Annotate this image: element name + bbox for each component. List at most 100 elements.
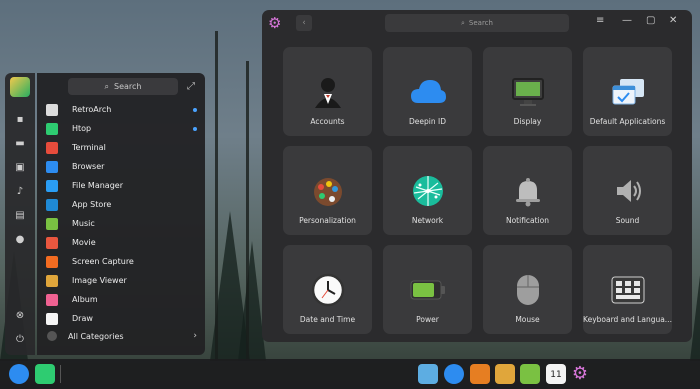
launcher-category-rail: ▪ ▬ ▣ ♪ ▤ ● ⊗ ⏻: [5, 73, 35, 355]
multitasking-icon[interactable]: [35, 364, 55, 384]
default-applications-icon: [609, 73, 647, 111]
download-icon[interactable]: ●: [12, 231, 28, 247]
app-label: Album: [72, 295, 98, 304]
clock-icon: [309, 271, 347, 309]
settings-grid: Accounts Deepin ID Display Default Applicat…: [283, 47, 672, 334]
gear-icon: ⚙: [268, 14, 282, 32]
app-list-item[interactable]: App Store: [43, 195, 199, 214]
retroarch-icon: [46, 103, 58, 116]
app-label: Screen Capture: [72, 257, 134, 266]
keyboard-icon: [609, 271, 647, 309]
settings-tile-personalization[interactable]: Personalization: [283, 146, 372, 235]
maximize-icon[interactable]: ▢: [646, 15, 655, 26]
app-list-item[interactable]: Movie: [43, 233, 199, 252]
calendar-icon[interactable]: 11: [546, 364, 566, 384]
launcher-panel: ⌕ Search ⤢ RetroArch Htop Terminal Browser F…: [37, 73, 205, 355]
app-list-item[interactable]: Image Viewer: [43, 271, 199, 290]
app-label: File Manager: [72, 181, 123, 190]
settings-tile-power[interactable]: Power: [383, 245, 472, 334]
browser-icon[interactable]: [444, 364, 464, 384]
all-apps-icon[interactable]: ▪: [12, 111, 28, 127]
network-icon: [409, 172, 447, 210]
settings-tile-mouse[interactable]: Mouse: [483, 245, 572, 334]
app-list-item[interactable]: Draw: [43, 309, 199, 328]
settings-icon[interactable]: ⊗: [12, 307, 28, 323]
launcher-search-placeholder: Search: [114, 82, 142, 91]
chat-icon[interactable]: ▬: [12, 135, 28, 151]
tile-label: Date and Time: [299, 315, 356, 324]
music-icon[interactable]: [520, 364, 540, 384]
chevron-right-icon: ›: [193, 331, 197, 341]
app-store-icon[interactable]: [470, 364, 490, 384]
fullscreen-toggle-icon[interactable]: ⤢: [187, 81, 195, 92]
image-icon[interactable]: ▣: [12, 159, 28, 175]
draw-icon: [46, 312, 58, 325]
launcher-search-input[interactable]: ⌕ Search: [68, 78, 178, 95]
browser-icon: [46, 160, 58, 173]
control-center-icon[interactable]: ⚙: [570, 364, 590, 384]
tile-label: Power: [416, 315, 439, 324]
launcher-icon[interactable]: [9, 364, 29, 384]
mouse-icon: [509, 271, 547, 309]
app-list-item[interactable]: Browser: [43, 157, 199, 176]
search-icon: ⌕: [104, 81, 109, 91]
settings-tile-notification[interactable]: Notification: [483, 146, 572, 235]
settings-tile-date-and-time[interactable]: Date and Time: [283, 245, 372, 334]
dock-separator: [60, 365, 61, 383]
settings-tile-default-applications[interactable]: Default Applications: [583, 47, 672, 136]
cloud-icon: [409, 73, 447, 111]
new-app-indicator: [193, 107, 197, 112]
app-label: Image Viewer: [72, 276, 127, 285]
movie-icon: [46, 236, 58, 249]
cc-search-placeholder: Search: [468, 19, 493, 27]
menu-icon[interactable]: ≡: [596, 15, 604, 26]
control-center-search-input[interactable]: ⌕ Search: [385, 14, 569, 32]
tile-label: Network: [411, 216, 444, 225]
app-list-item[interactable]: RetroArch: [43, 100, 199, 119]
deepin-logo-icon[interactable]: [10, 77, 30, 97]
app-label: Browser: [72, 162, 105, 171]
settings-tile-sound[interactable]: Sound: [583, 146, 672, 235]
new-app-indicator: [193, 126, 197, 131]
tile-label: Personalization: [299, 216, 356, 225]
music-icon: [46, 217, 58, 230]
back-button[interactable]: ‹: [296, 15, 312, 31]
file-manager-icon[interactable]: [418, 364, 438, 384]
tile-label: Sound: [615, 216, 640, 225]
app-store-icon: [46, 198, 58, 211]
app-list-item[interactable]: File Manager: [43, 176, 199, 195]
tile-label: Display: [513, 117, 542, 126]
tile-label: Notification: [505, 216, 550, 225]
settings-tile-keyboard-and-langua[interactable]: Keyboard and Langua...: [583, 245, 672, 334]
dock: 11 ⚙: [0, 359, 700, 389]
settings-tile-display[interactable]: Display: [483, 47, 572, 136]
album-icon: [46, 293, 58, 306]
app-list-item[interactable]: Htop: [43, 119, 199, 138]
power-icon[interactable]: ⏻: [12, 331, 28, 347]
image-viewer-icon[interactable]: [495, 364, 515, 384]
tile-label: Default Applications: [589, 117, 666, 126]
settings-tile-accounts[interactable]: Accounts: [283, 47, 372, 136]
all-categories-button[interactable]: All Categories ›: [43, 328, 197, 344]
file-manager-icon: [46, 179, 58, 192]
battery-icon: [409, 271, 447, 309]
close-icon[interactable]: ✕: [669, 15, 677, 26]
bell-icon: [509, 172, 547, 210]
app-list-item[interactable]: Music: [43, 214, 199, 233]
app-label: Movie: [72, 238, 96, 247]
tile-label: Keyboard and Langua...: [583, 315, 672, 324]
settings-tile-network[interactable]: Network: [383, 146, 472, 235]
app-list-item[interactable]: Terminal: [43, 138, 199, 157]
minimize-icon[interactable]: —: [622, 15, 632, 26]
personalization-icon: [309, 172, 347, 210]
screen-capture-icon: [46, 255, 58, 268]
control-center-window: ⚙ ‹ ⌕ Search ≡ — ▢ ✕ Accounts Deepin ID Di…: [262, 10, 692, 342]
app-list-item[interactable]: Screen Capture: [43, 252, 199, 271]
calendar-day: 11: [550, 370, 562, 380]
htop-icon: [46, 122, 58, 135]
settings-tile-deepin-id[interactable]: Deepin ID: [383, 47, 472, 136]
video-icon[interactable]: ▤: [12, 207, 28, 223]
tile-label: Mouse: [515, 315, 540, 324]
app-list-item[interactable]: Album: [43, 290, 199, 309]
music-note-icon[interactable]: ♪: [12, 183, 28, 199]
